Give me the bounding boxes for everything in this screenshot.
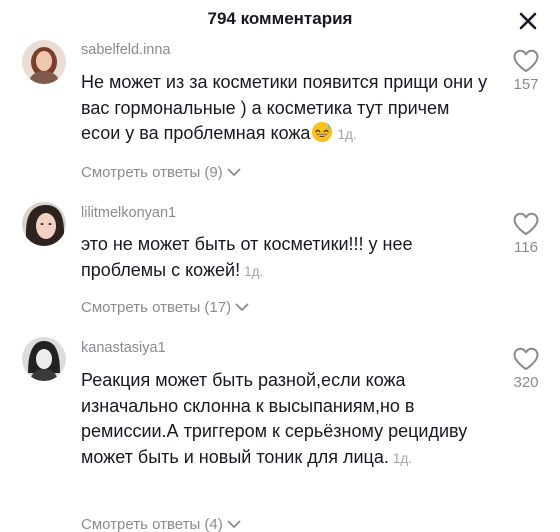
comment-text: Реакция может быть разной,если кожа изна… [81,368,491,471]
view-replies-label: Смотреть ответы (9) [81,164,223,181]
comment-username[interactable]: lilitmelkonyan1 [81,205,176,221]
close-button[interactable] [517,10,539,32]
like-count: 116 [514,239,538,256]
view-replies-button[interactable]: Смотреть ответы (9) [81,164,241,181]
comment-time: 1д. [392,450,413,466]
heart-icon [513,347,539,370]
heart-icon [513,49,539,72]
chevron-down-icon [235,303,249,311]
like-button[interactable]: 116 [506,212,546,256]
heart-icon [513,212,539,235]
like-count: 157 [513,76,539,93]
like-count: 320 [513,374,539,391]
like-button[interactable]: 320 [506,347,546,391]
comment-body: Не может из за косметики появится прищи … [81,72,488,143]
comment-time: 1д. [337,127,357,142]
chevron-down-icon [227,520,241,528]
comment-time: 1д. [244,263,264,279]
comment-username[interactable]: sabelfeld.inna [81,42,171,58]
avatar[interactable] [22,202,66,246]
avatar[interactable] [22,40,66,84]
avatar[interactable] [22,337,66,381]
chevron-down-icon [227,168,241,176]
comment-text: Не может из за косметики появится прищи … [81,70,491,148]
comments-header: 794 комментария [0,0,560,40]
comments-count-title: 794 комментария [207,9,353,28]
view-replies-label: Смотреть ответы (17) [81,299,232,316]
comment-username[interactable]: kanastasiya1 [81,340,166,356]
comment-text: это не может быть от косметики!!! у нее … [81,232,491,284]
like-button[interactable]: 157 [506,49,546,93]
view-replies-label: Смотреть ответы (4) [81,516,223,532]
close-icon [519,12,537,30]
view-replies-button[interactable]: Смотреть ответы (4) [81,516,241,532]
grinning-face-with-sweat-icon [312,121,333,143]
view-replies-button[interactable]: Смотреть ответы (17) [81,299,249,316]
